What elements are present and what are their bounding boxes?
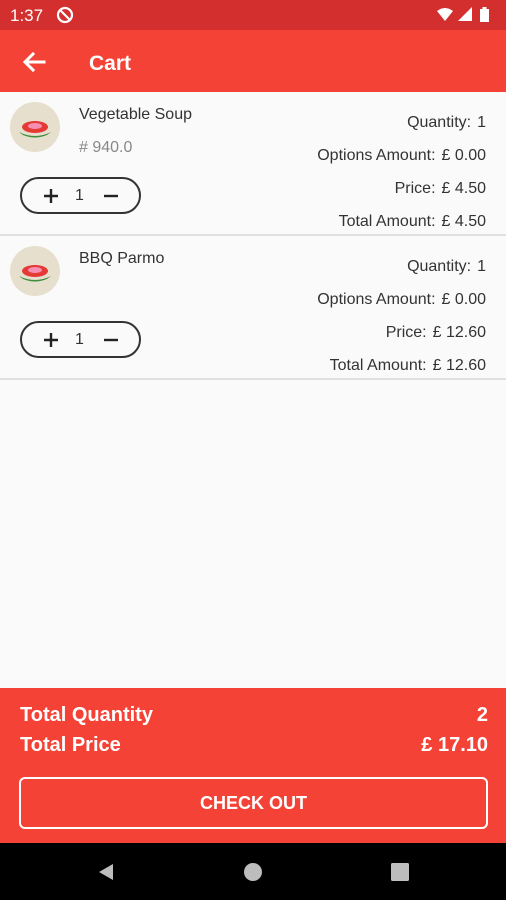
status-time: 1:37 bbox=[10, 6, 44, 25]
price-value: £ 12.60 bbox=[432, 324, 486, 341]
total-price-row: Total Price £ 17.10 bbox=[20, 734, 488, 757]
total-amount-label: Total Amount: bbox=[329, 357, 427, 374]
food-thumbnail bbox=[10, 102, 60, 152]
quantity-label: Quantity: bbox=[407, 114, 472, 131]
system-navigation-bar bbox=[0, 843, 506, 900]
status-bar: 1:37 bbox=[0, 0, 506, 30]
item-details: Quantity: 1 Options Amount: £ 0.00 Price: £… bbox=[317, 106, 486, 238]
total-quantity-row: Total Quantity 2 bbox=[20, 704, 488, 727]
nav-recents-icon[interactable] bbox=[390, 862, 410, 882]
stepper-quantity: 1 bbox=[75, 187, 84, 204]
stepper-quantity: 1 bbox=[75, 331, 84, 348]
price-label: Price: bbox=[385, 324, 427, 341]
nav-back-icon[interactable] bbox=[96, 862, 116, 882]
item-details: Quantity: 1 Options Amount: £ 0.00 Price: £… bbox=[317, 250, 486, 382]
wifi-icon bbox=[437, 8, 453, 21]
total-amount-label: Total Amount: bbox=[338, 213, 436, 230]
options-amount-value: £ 0.00 bbox=[441, 147, 486, 164]
system-icons bbox=[436, 6, 496, 29]
item-code: # 940.0 bbox=[79, 139, 133, 156]
options-amount-label: Options Amount: bbox=[317, 147, 436, 164]
quantity-stepper: 1 bbox=[20, 177, 141, 214]
food-icon bbox=[19, 265, 51, 282]
total-quantity-value: 2 bbox=[476, 704, 488, 726]
minus-icon[interactable] bbox=[102, 331, 120, 349]
total-amount-value: £ 12.60 bbox=[432, 357, 486, 374]
quantity-value: 1 bbox=[477, 114, 486, 131]
battery-icon bbox=[480, 7, 489, 22]
do-not-disturb-icon bbox=[56, 6, 74, 29]
page-title: Cart bbox=[89, 52, 132, 75]
options-amount-value: £ 0.00 bbox=[441, 291, 486, 308]
signal-icon bbox=[458, 7, 472, 21]
plus-icon[interactable] bbox=[42, 331, 60, 349]
quantity-value: 1 bbox=[477, 258, 486, 275]
price-value: £ 4.50 bbox=[441, 180, 486, 197]
total-price-value: £ 17.10 bbox=[421, 734, 488, 756]
total-price-label: Total Price bbox=[20, 734, 121, 756]
nav-home-icon[interactable] bbox=[243, 862, 263, 882]
checkout-button[interactable]: CHECK OUT bbox=[19, 777, 488, 829]
quantity-label: Quantity: bbox=[407, 258, 472, 275]
total-amount-value: £ 4.50 bbox=[441, 213, 486, 230]
options-amount-label: Options Amount: bbox=[317, 291, 436, 308]
total-quantity-label: Total Quantity bbox=[20, 704, 153, 726]
item-name: BBQ Parmo bbox=[79, 250, 165, 267]
quantity-stepper: 1 bbox=[20, 321, 141, 358]
food-thumbnail bbox=[10, 246, 60, 296]
cart-item: BBQ Parmo 1 Quantity: 1 Options Amount: £ … bbox=[0, 236, 506, 380]
minus-icon[interactable] bbox=[102, 187, 120, 205]
plus-icon[interactable] bbox=[42, 187, 60, 205]
food-icon bbox=[19, 121, 51, 138]
back-button[interactable] bbox=[18, 46, 50, 78]
app-bar: Cart bbox=[0, 30, 506, 92]
back-arrow-icon bbox=[22, 51, 46, 73]
cart-summary: Total Quantity 2 Total Price £ 17.10 CHE… bbox=[0, 688, 506, 843]
price-label: Price: bbox=[394, 180, 436, 197]
item-name: Vegetable Soup bbox=[79, 106, 192, 123]
cart-item: Vegetable Soup # 940.0 1 Quantity: 1 Opti… bbox=[0, 92, 506, 236]
